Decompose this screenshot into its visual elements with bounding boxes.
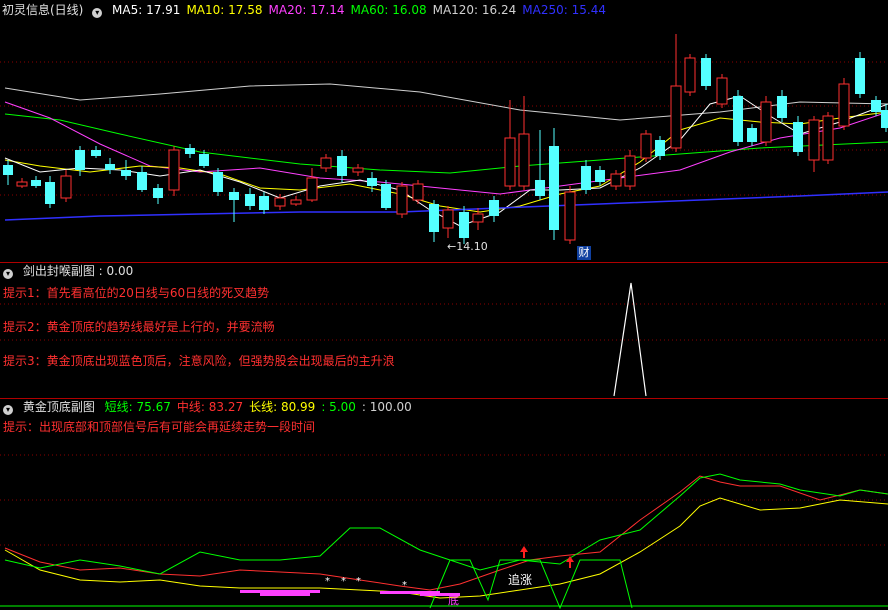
hint-1: 提示1：首先看高位的20日线与60日线的死叉趋势 <box>3 286 270 300</box>
candle-body <box>91 150 101 156</box>
candle-body <box>229 192 239 200</box>
candle-body <box>808 119 820 161</box>
candle-body <box>472 213 484 223</box>
hint-2: 提示2：黄金顶底的趋势线最好是上行的，并要流畅 <box>3 320 275 334</box>
indicator-value-1: 中线: 83.27 <box>176 400 244 414</box>
cai-badge[interactable]: 财 <box>577 246 591 260</box>
chart-canvas[interactable] <box>0 0 888 610</box>
candle-body <box>3 165 13 175</box>
ma120-line <box>4 83 888 121</box>
candle-body <box>75 150 85 170</box>
short-line <box>4 473 888 575</box>
collapse-icon[interactable]: ▾ <box>3 269 13 279</box>
star-mark: * <box>325 576 330 587</box>
candle-body <box>793 122 803 152</box>
sub-panel-2-title[interactable]: 黄金顶底副图 <box>23 400 95 414</box>
signal-spike <box>613 282 647 397</box>
candle-body <box>31 180 41 186</box>
candle-body <box>16 181 28 187</box>
candle-body <box>564 191 576 241</box>
candle-body <box>655 140 665 156</box>
candle-body <box>412 183 424 201</box>
candle-body <box>701 58 711 86</box>
candle-body <box>871 100 881 112</box>
candle-body <box>137 172 147 190</box>
sub-panel-2-header: ▾ 黄金顶底副图 短线: 75.67 中线: 83.27 长线: 80.99 : 5.… <box>0 399 424 415</box>
candle-body <box>747 128 757 142</box>
candle-body <box>121 170 131 176</box>
candle-body <box>396 185 408 215</box>
indicator-value-0: 短线: 75.67 <box>104 400 171 414</box>
candle-body <box>640 133 652 159</box>
candle-body <box>381 184 391 208</box>
indicator-value-2: 长线: 80.99 <box>249 400 316 414</box>
candle-body <box>213 172 223 192</box>
candle-body <box>733 96 743 142</box>
indicator-values: 短线: 75.67 中线: 83.27 长线: 80.99 : 5.00 : 100.0… <box>105 400 418 414</box>
candle-body <box>105 164 115 170</box>
candle-body <box>459 212 469 238</box>
candle-body <box>367 178 377 186</box>
middle-line <box>4 475 888 591</box>
hint-3: 提示3：黄金顶底出现蓝色顶后，注意风险，但强势股会出现最后的主升浪 <box>3 354 395 368</box>
candle-body <box>337 156 347 176</box>
candle-body <box>855 58 865 94</box>
candle-body <box>881 110 888 128</box>
candle-body <box>352 167 364 173</box>
hint-sub2: 提示：出现底部和顶部信号后有可能会再延续走势一段时间 <box>3 420 316 434</box>
candle-body <box>822 115 834 161</box>
long-line <box>4 497 888 599</box>
candle-body <box>274 197 286 207</box>
collapse-icon[interactable]: ▾ <box>3 405 13 415</box>
indicator-value-3: : 5.00 <box>321 400 356 414</box>
star-mark: * <box>402 580 407 591</box>
star-mark: * <box>356 576 361 587</box>
di-label: 底 <box>448 594 459 607</box>
candle-body <box>624 155 636 187</box>
candle-body <box>259 196 269 210</box>
candle-body <box>45 182 55 204</box>
sub-panel-1-title[interactable]: 剑出封喉副图 : 0.00 <box>23 264 133 278</box>
candle-body <box>670 85 682 149</box>
candle-body <box>777 96 787 118</box>
candle-body <box>320 157 332 169</box>
candle-body <box>760 101 772 143</box>
candle-body <box>518 133 530 187</box>
candle-body <box>290 199 302 205</box>
sub-panel-1-header: ▾ 剑出封喉副图 : 0.00 <box>0 263 139 279</box>
candle-body <box>429 204 439 232</box>
candle-body <box>489 200 499 216</box>
ma60-line <box>4 113 888 174</box>
low-price-marker: ←14.10 <box>447 240 488 253</box>
candle-body <box>60 175 72 199</box>
bottom-bar <box>260 593 310 596</box>
candle-body <box>153 188 163 198</box>
candle-body <box>168 149 180 191</box>
candle-body <box>684 57 696 93</box>
candle-body <box>306 177 318 201</box>
zhuizhang-label: 追涨 <box>508 573 533 587</box>
ma10-line <box>4 111 888 213</box>
candle-body <box>610 173 622 187</box>
candle-body <box>716 77 728 105</box>
candle-body <box>442 209 454 229</box>
candle-body <box>535 180 545 196</box>
candle-body <box>199 154 209 166</box>
candle-body <box>245 194 255 206</box>
candle-body <box>185 148 195 154</box>
candle-body <box>838 83 850 127</box>
candle-body <box>504 137 516 187</box>
candle-body <box>549 146 559 230</box>
candle-body <box>595 170 605 182</box>
candle-body <box>581 166 591 190</box>
bottom-bar <box>240 590 320 593</box>
indicator-value-4: : 100.00 <box>361 400 412 414</box>
star-mark: * <box>341 576 346 587</box>
